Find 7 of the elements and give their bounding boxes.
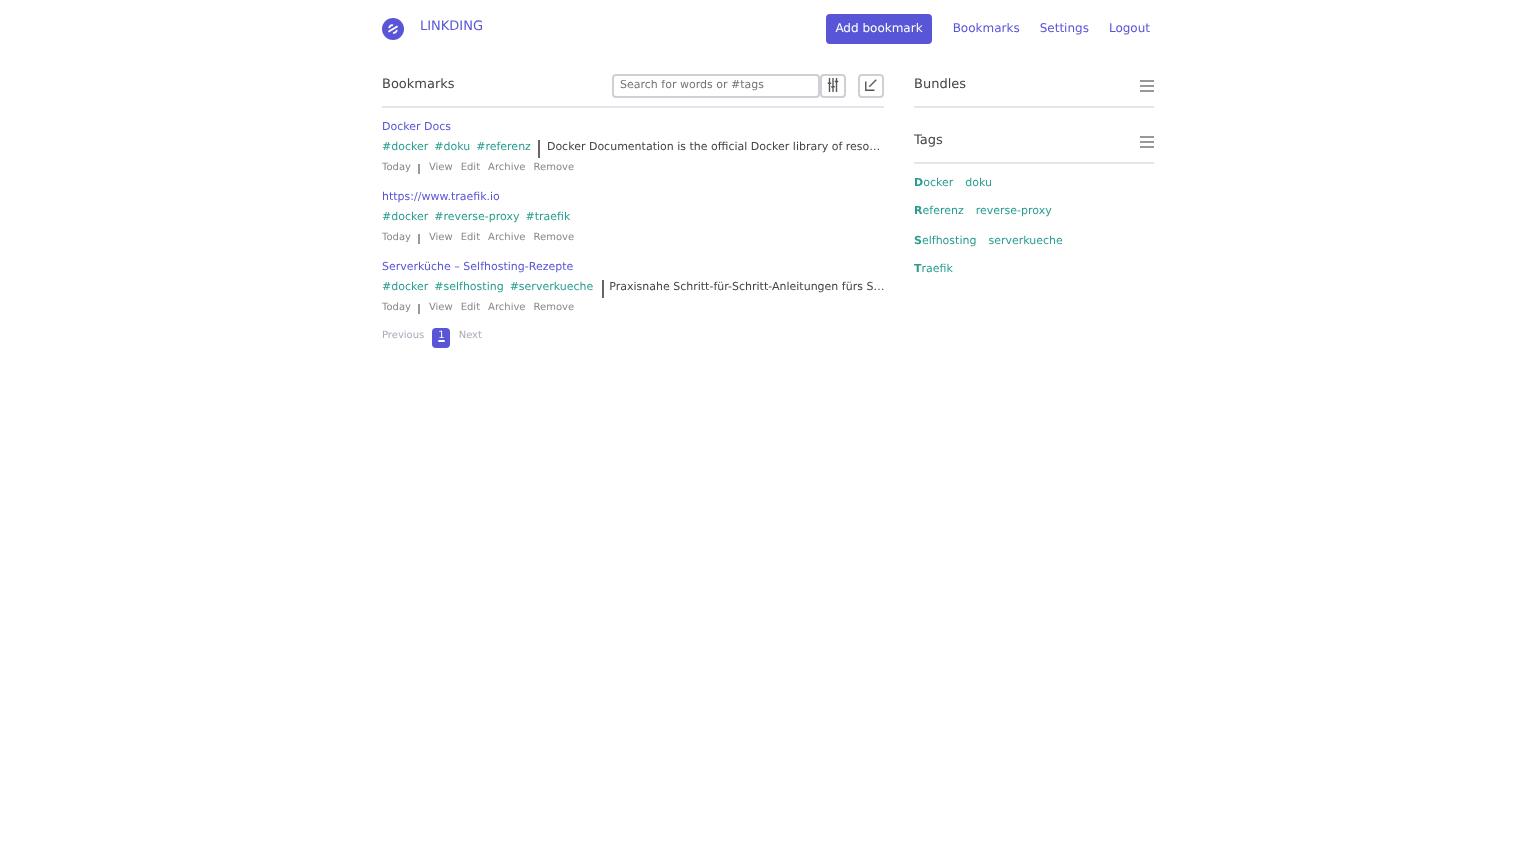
menu-icon[interactable] [1140, 79, 1154, 91]
logo-icon [382, 17, 404, 39]
sliders-icon [826, 78, 840, 92]
menu-icon[interactable] [1140, 135, 1154, 147]
filter-button[interactable] [820, 73, 846, 97]
edit-icon [864, 78, 878, 92]
bulk-edit-button[interactable] [858, 73, 884, 97]
